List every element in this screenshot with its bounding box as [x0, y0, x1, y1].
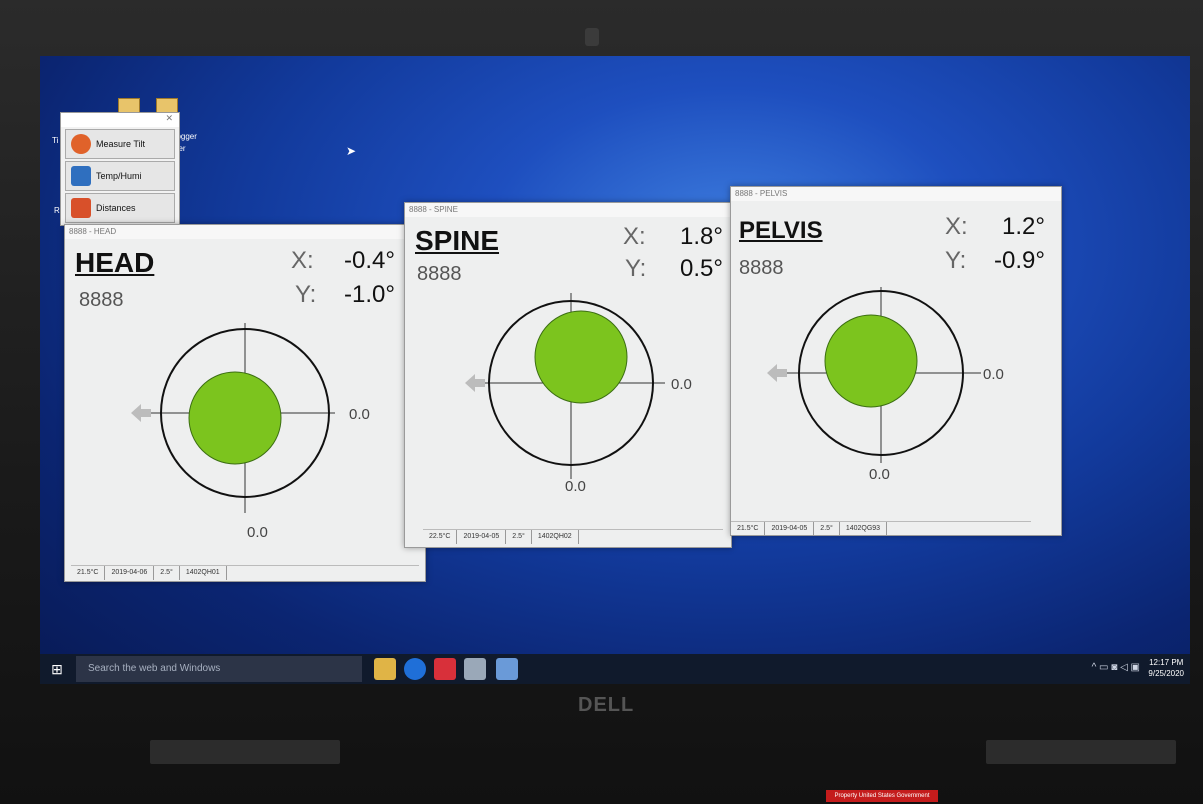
- device-id: 8888: [739, 257, 784, 279]
- measure-tilt-button[interactable]: Measure Tilt: [65, 129, 175, 159]
- spine-window: 8888 - SPINE SPINE 8888 X: 1.8° Y: 0.5° …: [404, 202, 732, 548]
- temp-humi-icon: [71, 166, 91, 186]
- app-icon[interactable]: [434, 658, 456, 680]
- device-id: 8888: [79, 289, 124, 311]
- right-readout: 0.0: [349, 406, 370, 423]
- status-temperature: 21.5°C: [71, 566, 106, 580]
- mouse-cursor-icon: ➤: [346, 144, 357, 158]
- file-explorer-icon[interactable]: [374, 658, 396, 680]
- bottom-readout: 0.0: [869, 466, 890, 483]
- tilt-bubble: [188, 371, 282, 465]
- window-title: PELVIS: [739, 217, 823, 244]
- hinge-left: [150, 740, 340, 764]
- window-title: SPINE: [415, 225, 500, 256]
- right-readout: 0.0: [983, 366, 1004, 383]
- clock-time: 12:17 PM: [1149, 658, 1184, 667]
- distances-label: Distances: [96, 203, 136, 213]
- tilt-bubble: [534, 310, 628, 404]
- tilt-gauge: 0.0 0.0: [131, 323, 370, 541]
- close-icon[interactable]: ✕: [165, 113, 173, 123]
- status-threshold: 2.5°: [154, 566, 180, 580]
- system-tray[interactable]: ^ ▭ ◙ ◁ ▣: [1092, 662, 1140, 673]
- window-titlebar[interactable]: 8888 - SPINE: [405, 203, 731, 217]
- distances-icon: [71, 198, 91, 218]
- clock[interactable]: 12:17 PM 9/25/2020: [1148, 657, 1184, 679]
- temp-humi-button[interactable]: Temp/Humi: [65, 161, 175, 191]
- measure-tilt-icon: [71, 134, 91, 154]
- window-titlebar[interactable]: 8888 - HEAD: [65, 225, 425, 239]
- direction-arrow-icon: [465, 374, 485, 392]
- taskbar: ⊞ Search the web and Windows ^ ▭ ◙ ◁ ▣ 1…: [40, 654, 1190, 684]
- hinge-right: [986, 740, 1176, 764]
- desktop-screen: Logger der Rec Ti ➤ ✕ Measure Tilt Temp/…: [40, 56, 1190, 684]
- x-value: 1.2°: [1002, 213, 1045, 240]
- status-serial: 1402QG93: [840, 522, 888, 536]
- tilt-bubble: [824, 314, 918, 408]
- brand-logo: DELL: [578, 694, 635, 716]
- x-value: -0.4°: [344, 247, 395, 274]
- status-threshold: 2.5°: [814, 522, 840, 536]
- app-icon[interactable]: [464, 658, 486, 680]
- clock-date: 9/25/2020: [1148, 669, 1184, 678]
- status-bar: 21.5°C 2019-04-05 2.5° 1402QG93: [731, 521, 1031, 536]
- status-serial: 1402QH02: [532, 530, 579, 544]
- head-window: 8888 - HEAD HEAD 8888 X: -0.4° Y: -1.0° …: [64, 224, 426, 582]
- status-bar: 22.5°C 2019-04-05 2.5° 1402QH02: [423, 529, 723, 544]
- y-value: -0.9°: [994, 247, 1045, 274]
- windows-start-icon[interactable]: ⊞: [48, 660, 66, 678]
- right-readout: 0.0: [671, 376, 692, 393]
- status-bar: 21.5°C 2019-04-06 2.5° 1402QH01: [71, 565, 419, 580]
- y-value: -1.0°: [344, 281, 395, 308]
- launcher-titlebar[interactable]: ✕: [61, 113, 179, 127]
- x-value: 1.8°: [680, 223, 723, 250]
- status-date: 2019-04-06: [105, 566, 155, 580]
- temp-humi-label: Temp/Humi: [96, 171, 142, 181]
- desktop-icon-label: Ti: [52, 136, 59, 145]
- tilt-gauge: 0.0 0.0: [465, 293, 692, 495]
- window-titlebar[interactable]: 8888 - PELVIS: [731, 187, 1061, 201]
- launcher-window: ✕ Measure Tilt Temp/Humi Distances: [60, 112, 180, 226]
- status-threshold: 2.5°: [506, 530, 532, 544]
- edge-icon[interactable]: [404, 658, 426, 680]
- measure-tilt-label: Measure Tilt: [96, 139, 146, 149]
- window-title: HEAD: [75, 247, 155, 278]
- distances-button[interactable]: Distances: [65, 193, 175, 223]
- bottom-readout: 0.0: [565, 478, 586, 495]
- status-serial: 1402QH01: [180, 566, 227, 580]
- webcam: [585, 28, 599, 46]
- status-temperature: 21.5°C: [731, 522, 766, 536]
- status-date: 2019-04-05: [457, 530, 507, 544]
- device-id: 8888: [417, 263, 462, 285]
- status-date: 2019-04-05: [765, 522, 815, 536]
- tilt-app-icon[interactable]: [496, 658, 518, 680]
- direction-arrow-icon: [767, 364, 787, 382]
- search-input[interactable]: Search the web and Windows: [76, 656, 362, 682]
- pelvis-window: 8888 - PELVIS PELVIS 8888 X: 1.2° Y: -0.…: [730, 186, 1062, 536]
- status-temperature: 22.5°C: [423, 530, 458, 544]
- property-sticker: Property United States Government: [826, 790, 938, 802]
- bottom-readout: 0.0: [247, 524, 268, 541]
- direction-arrow-icon: [131, 404, 151, 422]
- y-value: 0.5°: [680, 255, 723, 282]
- tilt-gauge: 0.0 0.0: [767, 287, 1004, 483]
